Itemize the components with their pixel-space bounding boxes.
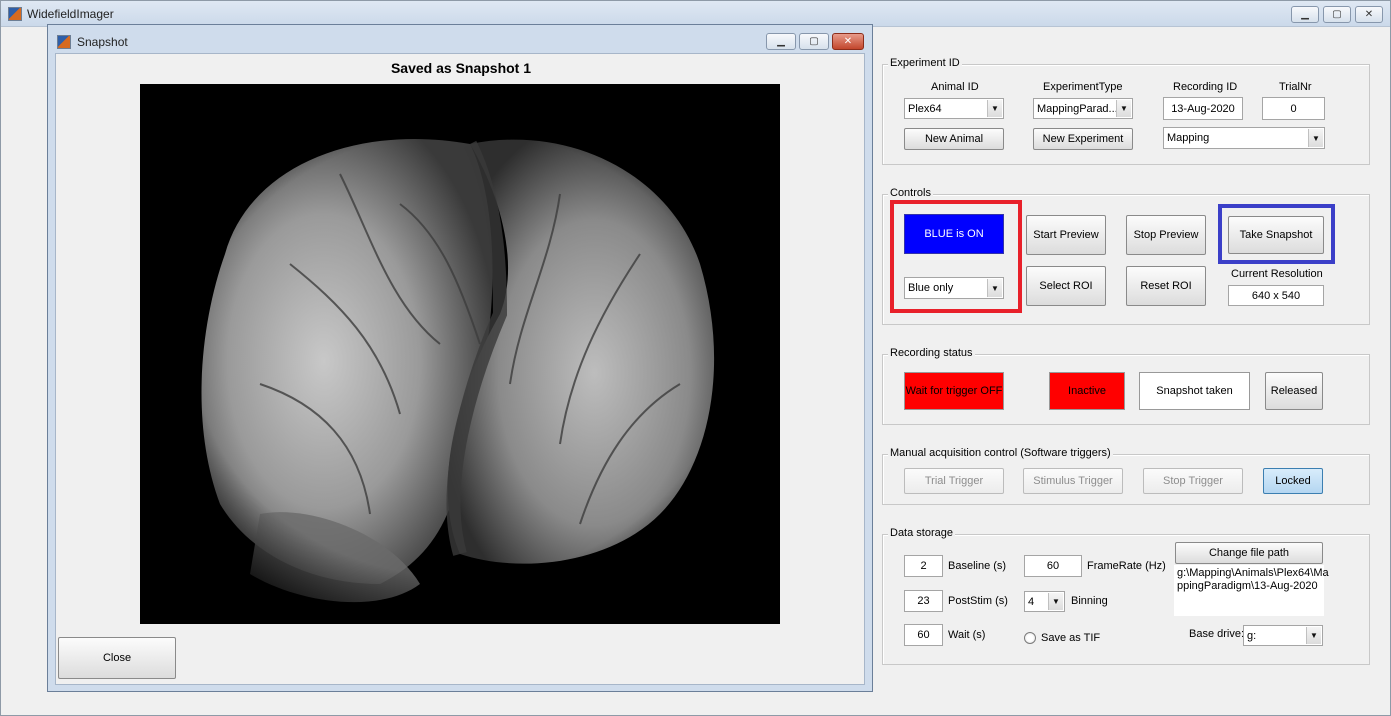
chevron-down-icon: ▼ <box>1306 627 1321 644</box>
recording-type-dropdown[interactable]: Mapping ▼ <box>1163 127 1325 149</box>
save-tif-radio[interactable] <box>1024 632 1036 644</box>
blue-on-button[interactable]: BLUE is ON <box>904 214 1004 254</box>
experiment-id-panel: Experiment ID Animal ID ExperimentType R… <box>882 57 1370 165</box>
light-mode-dropdown[interactable]: Blue only ▼ <box>904 277 1004 299</box>
wait-field[interactable]: 60 <box>904 624 943 646</box>
matlab-logo-icon <box>57 35 71 49</box>
close-button[interactable]: Close <box>58 637 176 679</box>
snapshot-image <box>140 84 780 624</box>
recording-id-field[interactable]: 13-Aug-2020 <box>1163 97 1243 120</box>
controls-panel: Controls BLUE is ON Blue only ▼ Start Pr… <box>882 187 1370 325</box>
locked-button[interactable]: Locked <box>1263 468 1323 494</box>
snapshot-titlebar[interactable]: Snapshot ▁ ▢ ✕ <box>48 25 872 52</box>
main-minimize-button[interactable]: ▁ <box>1291 6 1319 23</box>
chevron-down-icon: ▼ <box>987 100 1002 117</box>
current-resolution-label: Current Resolution <box>1231 268 1323 280</box>
manual-acquisition-panel: Manual acquisition control (Software tri… <box>882 447 1370 505</box>
activity-status-box: Inactive <box>1049 372 1125 410</box>
animal-id-dropdown[interactable]: Plex64 ▼ <box>904 98 1004 119</box>
file-path-line-1: g:\Mapping\Animals\Plex64\Ma <box>1177 567 1329 579</box>
snapshot-minimize-button[interactable]: ▁ <box>766 33 796 50</box>
experiment-type-dropdown[interactable]: MappingParad... ▼ <box>1033 98 1133 119</box>
framerate-field[interactable]: 60 <box>1024 555 1082 577</box>
chevron-down-icon: ▼ <box>987 279 1002 297</box>
trialnr-label: TrialNr <box>1279 81 1312 93</box>
recording-type-value: Mapping <box>1167 132 1210 144</box>
experiment-type-value: MappingParad... <box>1037 102 1118 115</box>
snapshot-status-box: Snapshot taken <box>1139 372 1250 410</box>
matlab-logo-icon <box>8 7 22 21</box>
new-experiment-button[interactable]: New Experiment <box>1033 128 1133 150</box>
animal-id-label: Animal ID <box>931 81 979 93</box>
current-resolution-field: 640 x 540 <box>1228 285 1324 306</box>
snapshot-client-area: Saved as Snapshot 1 Close <box>55 53 865 685</box>
animal-id-value: Plex64 <box>908 102 942 115</box>
light-mode-value: Blue only <box>908 282 954 294</box>
poststim-label: PostStim (s) <box>948 595 1008 607</box>
baseline-label: Baseline (s) <box>948 560 1007 572</box>
snapshot-heading: Saved as Snapshot 1 <box>390 60 532 76</box>
binning-value: 4 <box>1028 595 1035 608</box>
trigger-status-box: Wait for trigger OFF <box>904 372 1004 410</box>
binning-label: Binning <box>1071 595 1108 607</box>
wait-label: Wait (s) <box>948 629 986 641</box>
file-path-display: g:\Mapping\Animals\Plex64\Ma ppingParadi… <box>1174 565 1329 616</box>
framerate-label: FrameRate (Hz) <box>1087 560 1166 572</box>
recording-status-panel: Recording status Wait for trigger OFF In… <box>882 347 1370 425</box>
main-close-button[interactable]: ✕ <box>1355 6 1383 23</box>
save-tif-label: Save as TIF <box>1041 632 1101 644</box>
take-snapshot-button[interactable]: Take Snapshot <box>1228 216 1324 254</box>
chevron-down-icon: ▼ <box>1048 593 1063 610</box>
data-storage-title: Data storage <box>888 527 955 539</box>
change-file-path-button[interactable]: Change file path <box>1175 542 1323 564</box>
binning-dropdown[interactable]: 4 ▼ <box>1024 591 1065 612</box>
recording-id-label: Recording ID <box>1173 81 1238 93</box>
snapshot-window-title: Snapshot <box>77 35 128 49</box>
main-maximize-button[interactable]: ▢ <box>1323 6 1351 23</box>
data-storage-panel: Data storage 2 Baseline (s) 60 FrameRate… <box>882 527 1370 665</box>
trial-trigger-button[interactable]: Trial Trigger <box>904 468 1004 494</box>
released-button[interactable]: Released <box>1265 372 1323 410</box>
stop-preview-button[interactable]: Stop Preview <box>1126 215 1206 255</box>
snapshot-window: Snapshot ▁ ▢ ✕ Saved as Snapshot 1 Close <box>47 24 873 692</box>
snapshot-close-button[interactable]: ✕ <box>832 33 864 50</box>
reset-roi-button[interactable]: Reset ROI <box>1126 266 1206 306</box>
chevron-down-icon: ▼ <box>1308 129 1323 147</box>
stop-trigger-button[interactable]: Stop Trigger <box>1143 468 1243 494</box>
manual-acquisition-title: Manual acquisition control (Software tri… <box>888 447 1113 459</box>
poststim-field[interactable]: 23 <box>904 590 943 612</box>
new-animal-button[interactable]: New Animal <box>904 128 1004 150</box>
baseline-field[interactable]: 2 <box>904 555 943 577</box>
start-preview-button[interactable]: Start Preview <box>1026 215 1106 255</box>
base-drive-value: g: <box>1247 629 1257 642</box>
file-path-line-2: ppingParadigm\13-Aug-2020 <box>1177 580 1318 592</box>
brain-snapshot-illustration <box>140 84 780 624</box>
chevron-down-icon: ▼ <box>1116 100 1131 117</box>
base-drive-label: Base drive: <box>1189 628 1245 640</box>
trialnr-field[interactable]: 0 <box>1262 97 1325 120</box>
stimulus-trigger-button[interactable]: Stimulus Trigger <box>1023 468 1123 494</box>
experiment-id-title: Experiment ID <box>888 57 962 69</box>
main-window-title: WidefieldImager <box>27 7 114 21</box>
experiment-type-label: ExperimentType <box>1043 81 1123 93</box>
controls-title: Controls <box>888 187 933 199</box>
recording-status-title: Recording status <box>888 347 975 359</box>
select-roi-button[interactable]: Select ROI <box>1026 266 1106 306</box>
snapshot-maximize-button[interactable]: ▢ <box>799 33 829 50</box>
base-drive-dropdown[interactable]: g: ▼ <box>1243 625 1323 646</box>
